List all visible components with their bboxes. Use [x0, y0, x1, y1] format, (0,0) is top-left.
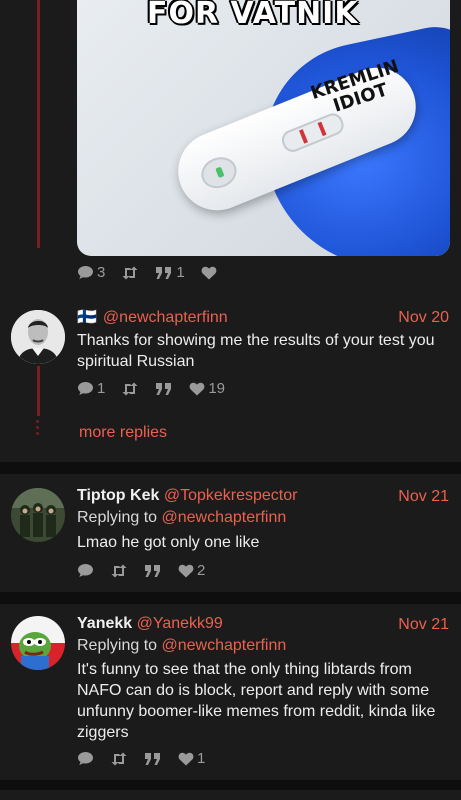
test-window [278, 110, 347, 155]
thread-block-3: Yanekk @Yanekk99 Nov 21 Replying to @new… [0, 604, 461, 780]
avatar[interactable] [11, 616, 65, 670]
image-caption: FOR VATNIK [147, 0, 359, 31]
thread-dots [36, 420, 40, 435]
like-button[interactable]: 19 [189, 380, 225, 397]
quote-icon [145, 564, 160, 577]
heart-icon [178, 564, 194, 577]
retweet-button[interactable] [121, 382, 139, 396]
comment-button[interactable]: 1 [77, 380, 105, 397]
heart-icon [189, 382, 205, 395]
retweet-button[interactable] [121, 266, 139, 280]
avatar-soldiers [11, 488, 65, 542]
quote-button[interactable] [144, 752, 162, 766]
reply-actions: 2 [77, 562, 221, 579]
avatar-pepe [11, 616, 65, 670]
reply-header: Tiptop Kek @Topkekrespector [77, 487, 297, 505]
comment-icon [78, 382, 93, 395]
username-handle[interactable]: @newchapterfinn [103, 309, 228, 326]
retweet-icon [122, 266, 138, 279]
heart-icon [178, 752, 194, 765]
avatar[interactable] [11, 488, 65, 542]
retweet-button[interactable] [110, 752, 128, 766]
comment-count: 1 [97, 380, 106, 397]
like-button[interactable]: 1 [178, 750, 205, 767]
test-line [317, 121, 327, 137]
thread-line [37, 366, 40, 416]
post-date[interactable]: Nov 20 [398, 309, 449, 327]
more-replies-link[interactable]: more replies [79, 424, 167, 442]
thread-line [37, 0, 40, 248]
flag: 🇫🇮 [77, 309, 97, 326]
replying-prefix: Replying to [77, 637, 158, 654]
reply-text: It's funny to see that the only thing li… [77, 661, 436, 741]
retweet-icon [111, 752, 127, 765]
quote-button[interactable] [155, 382, 173, 396]
separator [0, 780, 461, 790]
replying-handle[interactable]: @newchapterfinn [162, 637, 287, 654]
display-name[interactable]: Tiptop Kek [77, 487, 159, 504]
thread-block-1: FOR VATNIK KREMLIN IDIOT 3 1 🇫🇮 @newchap… [0, 0, 461, 462]
display-name[interactable]: Yanekk [77, 615, 132, 632]
quote-icon [145, 752, 160, 765]
retweet-icon [111, 564, 127, 577]
comment-button[interactable] [77, 751, 94, 766]
comment-icon [78, 752, 93, 765]
test-well [196, 152, 242, 194]
quote-icon [156, 382, 172, 395]
replying-to: Replying to @newchapterfinn [77, 637, 286, 655]
reply-header: Yanekk @Yanekk99 [77, 615, 223, 633]
avatar[interactable] [11, 310, 65, 364]
thread-block-4 [0, 790, 461, 800]
reply-actions: 1 19 [77, 380, 241, 397]
avatar-portrait [11, 310, 65, 364]
reply-header: 🇫🇮 @newchapterfinn [77, 307, 228, 327]
replying-to: Replying to @newchapterfinn [77, 509, 286, 527]
post-date[interactable]: Nov 21 [398, 616, 449, 634]
like-button[interactable] [201, 266, 217, 280]
reply-text: Lmao he got only one like [77, 534, 260, 551]
replying-prefix: Replying to [77, 509, 158, 526]
comment-count: 3 [97, 264, 106, 281]
like-count: 19 [208, 380, 226, 397]
username-handle[interactable]: @Yanekk99 [137, 615, 223, 632]
post-date[interactable]: Nov 21 [398, 488, 449, 506]
retweet-icon [122, 382, 138, 395]
quote-button[interactable]: 1 [155, 264, 185, 281]
replying-handle[interactable]: @newchapterfinn [162, 509, 287, 526]
quote-icon [156, 266, 172, 279]
separator [0, 592, 461, 604]
reply-actions: 1 [77, 750, 221, 767]
separator [0, 462, 461, 474]
comment-icon [78, 564, 93, 577]
quote-button[interactable] [144, 564, 162, 578]
post-actions: 3 1 [77, 264, 233, 281]
test-line [299, 129, 308, 144]
like-count: 1 [197, 750, 206, 767]
heart-icon [201, 266, 217, 279]
quote-count: 1 [176, 264, 185, 281]
post-image[interactable]: FOR VATNIK KREMLIN IDIOT [77, 0, 450, 256]
username-handle[interactable]: @Topkekrespector [164, 487, 298, 504]
reply-text: Thanks for showing me the results of you… [77, 332, 435, 370]
comment-button[interactable] [77, 563, 94, 578]
comment-icon [78, 266, 93, 279]
like-button[interactable]: 2 [178, 562, 205, 579]
like-count: 2 [197, 562, 206, 579]
comment-button[interactable]: 3 [77, 264, 105, 281]
retweet-button[interactable] [110, 564, 128, 578]
thread-block-2: Tiptop Kek @Topkekrespector Nov 21 Reply… [0, 474, 461, 592]
